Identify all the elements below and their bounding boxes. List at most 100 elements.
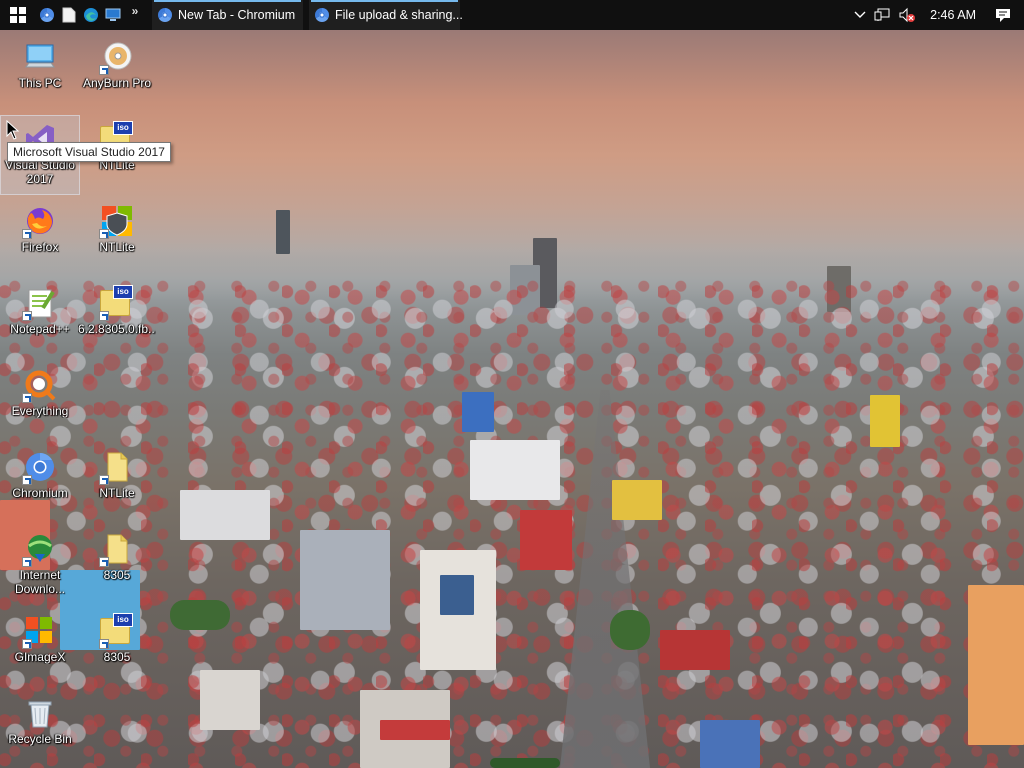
iso-tag: iso bbox=[113, 121, 133, 135]
desktop-icon-label: Everything bbox=[11, 404, 69, 418]
wallpaper-building bbox=[200, 670, 260, 730]
desktop-icon-label: Firefox bbox=[21, 240, 59, 254]
disc-icon bbox=[99, 40, 134, 75]
wallpaper-tree bbox=[170, 600, 230, 630]
pinned-monitor[interactable] bbox=[102, 0, 124, 30]
file-icon bbox=[99, 450, 134, 485]
desktop-icon-firefox[interactable]: Firefox bbox=[1, 198, 79, 276]
chevron-up-icon[interactable] bbox=[854, 11, 866, 19]
desktop-icon-notepad[interactable]: Notepad++ bbox=[1, 280, 79, 358]
desktop-icon-internet-downlo[interactable]: Internet Downlo... bbox=[1, 526, 79, 604]
wallpaper-building bbox=[660, 630, 730, 670]
wallpaper-building bbox=[180, 490, 270, 540]
desktop-icon-recycle-bin[interactable]: Recycle Bin bbox=[1, 690, 79, 768]
desktop-icon-gimagex[interactable]: GImageX bbox=[1, 608, 79, 686]
desktop-icon-label: 8305 bbox=[103, 568, 131, 582]
desktop-icon-ntlite[interactable]: NTLite bbox=[78, 444, 156, 522]
pinned-edge[interactable] bbox=[80, 0, 102, 30]
shortcut-arrow-icon bbox=[22, 393, 32, 403]
wallpaper-tower bbox=[276, 210, 290, 254]
desktop-icon-label: NTLite bbox=[99, 486, 135, 500]
firefox-icon bbox=[22, 204, 57, 239]
notepad-plus-plus-icon bbox=[22, 286, 57, 321]
action-center-icon[interactable] bbox=[994, 7, 1012, 23]
file-icon bbox=[99, 532, 134, 567]
chromium-icon bbox=[315, 8, 329, 22]
icon-tooltip: Microsoft Visual Studio 2017 bbox=[7, 142, 171, 162]
edge-icon bbox=[84, 8, 98, 22]
chromium-icon bbox=[158, 8, 172, 22]
volume-muted-icon[interactable] bbox=[898, 7, 916, 23]
ntlite-shield-icon bbox=[99, 204, 134, 239]
monitor-icon bbox=[105, 8, 121, 21]
desktop-icon-6-2-8305-0-fb[interactable]: iso 6.2.8305.0.fb... bbox=[78, 280, 156, 358]
shortcut-arrow-icon bbox=[99, 475, 109, 485]
wallpaper-building bbox=[700, 720, 760, 768]
desktop-icon-8305[interactable]: 8305 bbox=[78, 526, 156, 604]
shortcut-arrow-icon bbox=[99, 65, 109, 75]
desktop-icon-label: 6.2.8305.0.fb... bbox=[78, 322, 156, 336]
desktop-icon-label: Notepad++ bbox=[10, 322, 70, 336]
wallpaper-tree bbox=[610, 610, 650, 650]
wallpaper-building bbox=[462, 392, 494, 432]
iso-file-icon: iso bbox=[99, 613, 134, 649]
wallpaper-building bbox=[968, 585, 1024, 745]
desktop-icon-label: NTLite bbox=[99, 240, 135, 254]
clock[interactable]: 2:46 AM bbox=[924, 8, 986, 22]
chromium-icon bbox=[40, 8, 54, 22]
computer-icon bbox=[23, 40, 57, 74]
gimagex-icon bbox=[22, 614, 57, 649]
wallpaper-building bbox=[300, 530, 390, 630]
desktop-icon-label: AnyBurn Pro bbox=[82, 76, 152, 90]
pinned-file[interactable] bbox=[58, 0, 80, 30]
everything-icon bbox=[22, 368, 57, 403]
desktop-icon-anyburn-pro[interactable]: AnyBurn Pro bbox=[78, 34, 156, 112]
recycle-bin-icon bbox=[23, 696, 57, 730]
file-icon bbox=[62, 7, 76, 23]
internet-download-icon bbox=[22, 532, 57, 567]
taskbar-task-file-upload[interactable]: File upload & sharing... bbox=[309, 0, 463, 30]
desktop-icon-label: Visual Studio 2017 bbox=[5, 158, 75, 186]
desktop-icon-label: Internet Downlo... bbox=[14, 568, 66, 596]
taskbar-task-new-tab[interactable]: New Tab - Chromium bbox=[152, 0, 303, 30]
pinned-chromium[interactable] bbox=[36, 0, 58, 30]
wallpaper-building bbox=[612, 480, 662, 520]
wallpaper-tree bbox=[490, 758, 560, 768]
shortcut-arrow-icon bbox=[99, 311, 109, 321]
desktop-icon-everything[interactable]: Everything bbox=[1, 362, 79, 440]
desktop-icon-chromium[interactable]: Chromium bbox=[1, 444, 79, 522]
iso-file-icon: iso bbox=[99, 285, 134, 321]
task-label: New Tab - Chromium bbox=[178, 8, 296, 22]
shortcut-arrow-icon bbox=[22, 311, 32, 321]
desktop-icon-label: 8305 bbox=[103, 650, 131, 664]
taskbar-overflow-button[interactable]: » bbox=[124, 0, 146, 26]
iso-tag: iso bbox=[113, 285, 133, 299]
shortcut-arrow-icon bbox=[22, 639, 32, 649]
wallpaper-building bbox=[380, 720, 450, 740]
wallpaper-building bbox=[520, 510, 572, 570]
wallpaper-building bbox=[870, 395, 900, 447]
start-button[interactable] bbox=[0, 0, 36, 30]
shortcut-arrow-icon bbox=[99, 229, 109, 239]
wallpaper-building bbox=[440, 575, 474, 615]
wallpaper-building bbox=[470, 440, 560, 500]
shortcut-arrow-icon bbox=[22, 229, 32, 239]
desktop-icon-label: GImageX bbox=[14, 650, 66, 664]
taskbar: » New Tab - Chromium File upload & shari… bbox=[0, 0, 1024, 30]
desktop-icon-ntlite[interactable]: NTLite bbox=[78, 198, 156, 276]
network-icon[interactable] bbox=[874, 8, 890, 22]
shortcut-arrow-icon bbox=[22, 475, 32, 485]
chromium-icon bbox=[22, 450, 57, 485]
windows-start-icon bbox=[10, 7, 26, 23]
mouse-cursor-icon bbox=[6, 120, 20, 140]
desktop-icon-label: Chromium bbox=[12, 486, 68, 500]
shortcut-arrow-icon bbox=[99, 639, 109, 649]
shortcut-arrow-icon bbox=[22, 557, 32, 567]
shortcut-arrow-icon bbox=[99, 557, 109, 567]
task-label: File upload & sharing... bbox=[335, 8, 463, 22]
desktop-icon-this-pc[interactable]: This PC bbox=[1, 34, 79, 112]
desktop-icon-label: This PC bbox=[18, 76, 62, 90]
system-tray: 2:46 AM bbox=[854, 0, 1024, 30]
iso-tag: iso bbox=[113, 613, 133, 627]
desktop-icon-8305[interactable]: iso 8305 bbox=[78, 608, 156, 686]
